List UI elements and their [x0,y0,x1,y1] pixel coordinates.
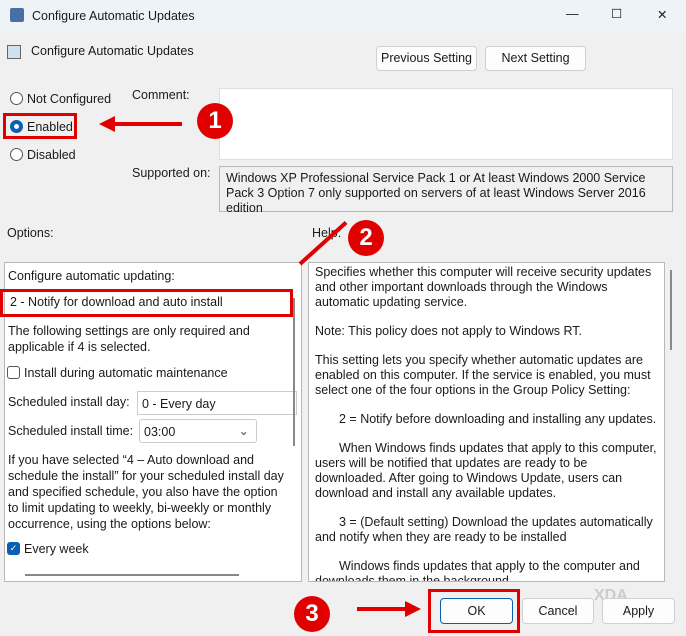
arrow-1-head [99,116,115,132]
options-label: Options: [7,226,54,240]
help-paragraph: Note: This policy does not apply to Wind… [315,324,583,338]
info-text: If you have selected “4 – Auto download … [8,453,284,531]
highlight-enabled [3,113,77,139]
step-2-badge: 2 [348,220,384,256]
vertical-scrollbar[interactable] [293,298,295,446]
minimize-button[interactable]: — [566,7,579,21]
window-title: Configure Automatic Updates [32,9,195,23]
cancel-button[interactable]: Cancel [522,598,594,624]
every-week-label: Every week [24,542,89,556]
help-paragraph: Specifies whether this computer will rec… [315,265,652,309]
supported-on-text: Windows XP Professional Service Pack 1 o… [219,166,673,215]
day-dropdown[interactable]: 0 - Every day [137,391,297,415]
help-paragraph: When Windows finds updates that apply to… [315,441,657,500]
help-paragraph: 3 = (Default setting) Download the updat… [315,515,653,544]
arrow-3 [357,607,407,611]
every-week-checkbox[interactable]: ✓ [7,542,20,555]
highlight-ok [428,589,520,633]
help-panel: Specifies whether this computer will rec… [308,262,665,582]
horizontal-scrollbar[interactable] [25,574,239,576]
title-bar: Configure Automatic Updates — ☐ ✕ [0,0,686,32]
maximize-button[interactable]: ☐ [611,6,622,21]
highlight-configure [0,289,293,317]
disabled-label: Disabled [27,148,76,162]
maintenance-checkbox[interactable] [7,366,20,379]
policy-name: Configure Automatic Updates [31,44,194,58]
setting-icon [7,45,21,59]
next-setting-button[interactable]: Next Setting [485,46,586,71]
help-paragraph: 2 = Notify before downloading and instal… [339,412,657,426]
radio-not-configured[interactable] [10,92,23,105]
help-paragraph: Windows finds updates that apply to the … [315,559,640,582]
not-configured-label: Not Configured [27,92,112,106]
comment-input[interactable] [219,88,673,160]
supported-on-value: Windows XP Professional Service Pack 1 o… [226,171,646,215]
maintenance-label: Install during automatic maintenance [24,366,228,380]
policy-icon [10,8,24,22]
step-3-badge: 3 [294,596,330,632]
apply-button[interactable]: Apply [602,598,675,624]
time-label: Scheduled install time: [8,424,134,438]
time-value: 03:00 [144,425,176,439]
configure-label: Configure automatic updating: [8,269,175,283]
help-scrollbar[interactable] [670,270,672,350]
chevron-down-icon: ⌄ [238,424,249,438]
arrow-3-head [405,601,421,617]
day-value: 0 - Every day [142,397,216,411]
radio-disabled[interactable] [10,148,23,161]
close-button[interactable]: ✕ [657,7,667,22]
previous-setting-button[interactable]: Previous Setting [376,46,477,71]
comment-label: Comment: [132,88,190,102]
help-paragraph: This setting lets you specify whether au… [315,353,651,397]
day-label: Scheduled install day: [8,395,130,409]
arrow-1 [112,122,182,126]
note-text: The following settings are only required… [8,324,250,354]
step-1-badge: 1 [197,103,233,139]
supported-label: Supported on: [132,166,211,180]
time-dropdown[interactable]: 03:00 ⌄ [139,419,257,443]
